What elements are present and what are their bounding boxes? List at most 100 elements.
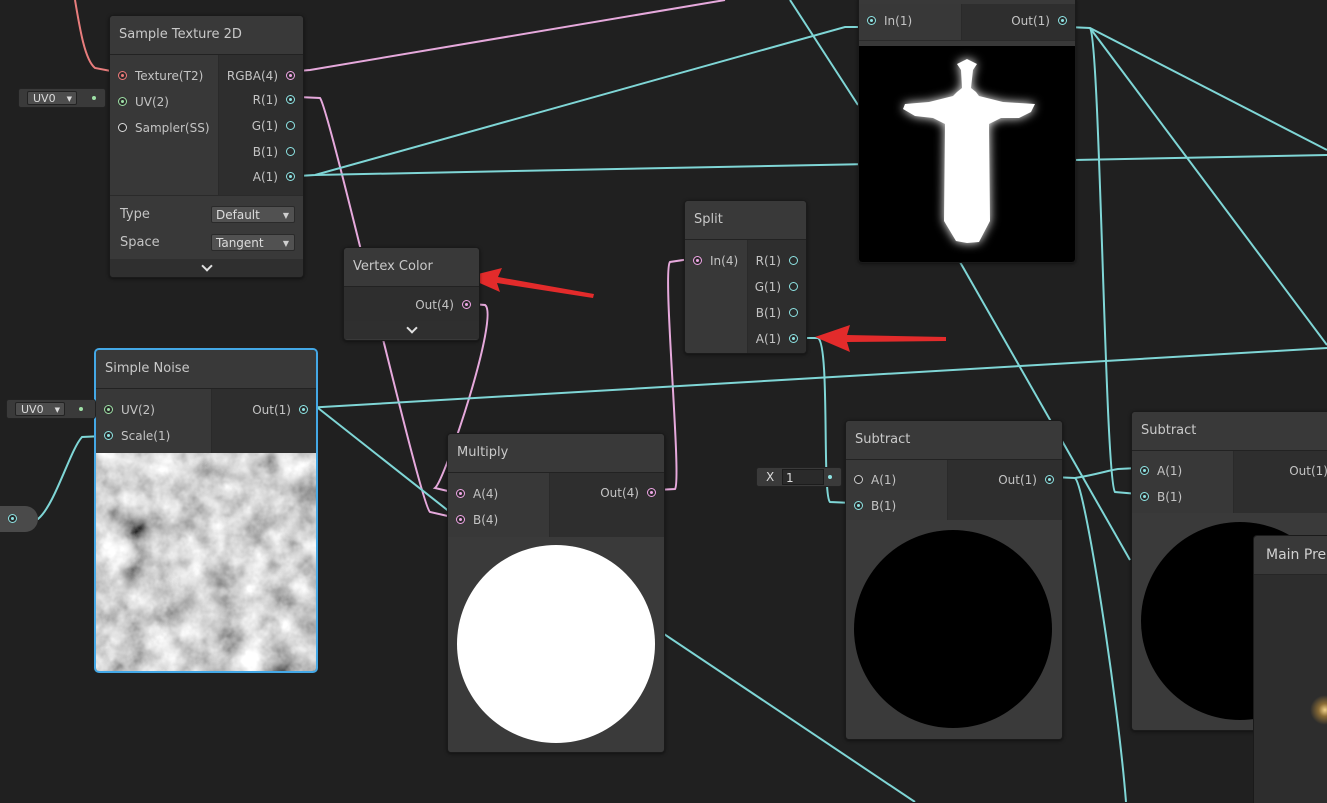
x-value-inline-field[interactable]: X 1 (756, 467, 842, 487)
port-a[interactable]: A(4) (448, 485, 498, 503)
port-uv[interactable]: UV(2) (110, 93, 169, 111)
port-connector-icon[interactable] (1140, 492, 1149, 501)
main-preview-highlight (1310, 695, 1327, 725)
port-connector-icon[interactable] (286, 147, 295, 156)
port-rgba[interactable]: RGBA(4) (227, 67, 303, 85)
port-sampler[interactable]: Sampler(SS) (110, 119, 210, 137)
node-title[interactable]: Simple Noise (96, 350, 316, 389)
wire-top-diagonal[interactable] (789, 0, 859, 106)
node-title[interactable]: Subtract (846, 421, 1062, 460)
subtract-node-1[interactable]: Subtract A(1) B(1) Out(1) (845, 420, 1063, 740)
split-node[interactable]: Split In(4) R(1) G(1) B(1) A(1) (684, 200, 807, 354)
port-in[interactable]: In(4) (685, 252, 738, 270)
sample-texture-2d-node[interactable]: Sample Texture 2D Texture(T2) UV(2) Samp… (109, 15, 304, 278)
wire-noise-diagonal[interactable] (317, 407, 461, 521)
type-dropdown[interactable]: Default ▼ (211, 206, 295, 223)
simple-noise-node[interactable]: Simple Noise UV(2) Scale(1) Out(1) (95, 349, 317, 672)
node-title[interactable]: Multiply (448, 434, 664, 473)
port-connector-icon[interactable] (789, 334, 798, 343)
port-connector-icon[interactable] (456, 489, 465, 498)
port-connector-icon[interactable] (854, 501, 863, 510)
port-b[interactable]: B(1) (846, 497, 896, 515)
node-title[interactable]: Vertex Color (344, 248, 479, 287)
port-connector-icon[interactable] (1045, 475, 1054, 484)
port-connector-icon[interactable] (8, 514, 17, 523)
noise-uv-inline-field[interactable]: UV0 ▼ (6, 399, 96, 419)
wire-top-out-1[interactable] (1067, 26, 1327, 151)
port-a[interactable]: A(1) (846, 471, 896, 489)
wire-rgba-out[interactable] (297, 0, 726, 72)
collapse-toggle[interactable] (110, 259, 303, 277)
port-connector-icon[interactable] (854, 475, 863, 484)
port-connector-icon[interactable] (789, 256, 798, 265)
offscreen-property-node[interactable] (0, 506, 38, 532)
port-connector-icon[interactable] (286, 121, 295, 130)
top-preview-node[interactable]: In(1) Out(1) (858, 0, 1076, 263)
port-connector-icon[interactable] (104, 431, 113, 440)
port-b[interactable]: B(4) (448, 511, 498, 529)
wire-subtract-to-subtract-a[interactable] (1051, 467, 1139, 480)
port-r[interactable]: R(1) (756, 252, 806, 270)
port-connector-icon[interactable] (118, 123, 127, 132)
x-value-input[interactable]: 1 (782, 469, 824, 485)
node-title[interactable]: Split (685, 201, 806, 240)
space-dropdown[interactable]: Tangent ▼ (211, 234, 295, 251)
port-connector-icon[interactable] (286, 71, 295, 80)
node-title[interactable]: Sample Texture 2D (110, 16, 303, 55)
port-connector-icon[interactable] (462, 300, 471, 309)
noise-uv-dropdown[interactable]: UV0 ▼ (15, 402, 65, 416)
node-title[interactable]: Subtract (1132, 412, 1327, 451)
wire-a-to-right[interactable] (314, 154, 1327, 176)
port-connector-icon[interactable] (693, 256, 702, 265)
port-connector-icon[interactable] (789, 308, 798, 317)
port-b[interactable]: B(1) (253, 143, 303, 161)
port-scale[interactable]: Scale(1) (96, 427, 170, 445)
port-out[interactable]: Out(1) (1011, 12, 1075, 30)
port-g[interactable]: G(1) (252, 117, 303, 135)
port-connector-icon[interactable] (1140, 466, 1149, 475)
wire-noise-to-right[interactable] (304, 347, 1327, 409)
port-out[interactable]: Out(1) (998, 471, 1062, 489)
port-b[interactable]: B(1) (756, 304, 806, 322)
port-connector-icon[interactable] (286, 95, 295, 104)
type-label: Type (120, 207, 150, 222)
port-connector-icon[interactable] (286, 172, 295, 181)
port-connector-icon[interactable] (104, 405, 113, 414)
port-uv[interactable]: UV(2) (96, 401, 155, 419)
port-a[interactable]: A(1) (1132, 462, 1182, 480)
port-a[interactable]: A(1) (756, 330, 806, 348)
port-r[interactable]: R(1) (253, 91, 303, 109)
main-preview-viewport[interactable] (1254, 575, 1327, 803)
vertex-color-node[interactable]: Vertex Color Out(4) (343, 247, 480, 341)
main-preview-window[interactable]: Main Pre (1253, 535, 1327, 803)
multiply-node[interactable]: Multiply A(4) B(4) Out(4) (447, 433, 665, 753)
port-label: G(1) (754, 280, 781, 294)
port-connector-icon[interactable] (647, 488, 656, 497)
port-a[interactable]: A(1) (253, 168, 303, 186)
port-connector-icon[interactable] (118, 71, 127, 80)
x-label: X (766, 470, 775, 484)
port-b[interactable]: B(1) (1132, 488, 1182, 506)
port-g[interactable]: G(1) (755, 278, 806, 296)
port-connector-icon[interactable] (299, 405, 308, 414)
noise-preview-image (96, 453, 316, 671)
wire-top-out-2[interactable] (1089, 27, 1327, 346)
port-connector-icon[interactable] (118, 97, 127, 106)
collapse-toggle[interactable] (344, 321, 479, 339)
port-out[interactable]: Out(1) (1289, 462, 1327, 480)
port-out[interactable]: Out(4) (600, 484, 664, 502)
chevron-down-icon (200, 260, 213, 272)
port-connector-icon[interactable] (789, 282, 798, 291)
uv-inline-field[interactable]: UV0 ▼ (18, 88, 106, 108)
main-preview-title[interactable]: Main Pre (1254, 536, 1327, 575)
port-connector-icon[interactable] (456, 515, 465, 524)
port-in[interactable]: In(1) (859, 12, 912, 30)
uv-dropdown[interactable]: UV0 ▼ (27, 91, 77, 105)
port-connector-icon[interactable] (1058, 16, 1067, 25)
port-texture[interactable]: Texture(T2) (110, 67, 203, 85)
wire-subtract-down[interactable] (1074, 477, 1127, 802)
port-connector-icon[interactable] (867, 16, 876, 25)
wire-a-to-top-node[interactable] (297, 26, 866, 177)
port-out[interactable]: Out(4) (415, 296, 479, 314)
port-out[interactable]: Out(1) (252, 401, 316, 419)
